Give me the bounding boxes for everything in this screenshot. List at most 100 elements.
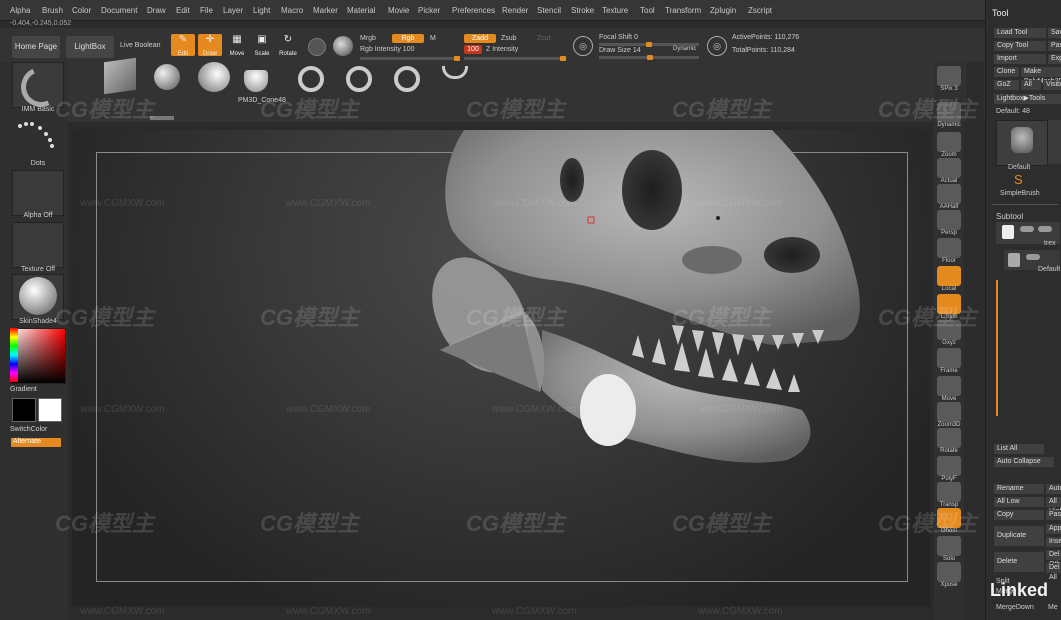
ring1-tool-icon[interactable] <box>298 66 324 92</box>
menu-item-transform[interactable]: Transform <box>665 6 701 15</box>
stroke-s-icon[interactable]: ◎ <box>573 36 593 56</box>
paste-tool-button[interactable]: Paste <box>1048 41 1061 51</box>
export-button[interactable]: Export <box>1048 54 1061 64</box>
cube-tool-icon[interactable] <box>104 57 136 95</box>
view-solo-button[interactable] <box>937 536 961 556</box>
view-transp-button[interactable] <box>937 482 961 502</box>
subtool-toggle-icon[interactable] <box>1020 226 1034 232</box>
live-boolean-button[interactable]: Live Boolean <box>120 42 160 49</box>
menu-item-edit[interactable]: Edit <box>176 6 190 15</box>
color-picker[interactable] <box>10 328 66 384</box>
z-intensity-track[interactable] <box>464 56 566 61</box>
primary-color-swatch[interactable] <box>12 398 36 422</box>
current-tool-thumb[interactable] <box>996 120 1048 166</box>
stroke-dots-icon[interactable] <box>16 120 56 156</box>
goz-visible-button[interactable]: Visible <box>1043 80 1061 90</box>
m-button[interactable]: M <box>430 35 436 42</box>
copy-subtool-button[interactable]: Copy <box>994 510 1044 520</box>
merge-down-button[interactable]: MergeDown <box>996 604 1034 611</box>
load-tool-button[interactable]: Load Tool <box>994 28 1046 38</box>
del-all-button[interactable]: Del All <box>1046 563 1061 581</box>
menu-item-preferences[interactable]: Preferences <box>452 6 495 15</box>
view-spix-3-button[interactable] <box>937 66 961 86</box>
paste-subtool-button[interactable]: Paste <box>1046 510 1061 520</box>
zsub-button[interactable]: Zsub <box>501 35 517 42</box>
menu-item-stencil[interactable]: Stencil <box>537 6 561 15</box>
zadd-button[interactable]: Zadd <box>464 34 496 43</box>
texture-thumb[interactable] <box>12 222 64 268</box>
menu-item-zplugin[interactable]: Zplugin <box>710 6 736 15</box>
default-toggle-icon[interactable] <box>1026 254 1040 260</box>
view-frame-button[interactable] <box>937 348 961 368</box>
subtool-title[interactable]: Subtool <box>996 212 1023 221</box>
dynamic-button[interactable]: Dynamic <box>673 46 696 52</box>
rename-button[interactable]: Rename <box>994 484 1044 494</box>
material-sphere-icon[interactable] <box>308 38 326 56</box>
menu-item-stroke[interactable]: Stroke <box>571 6 594 15</box>
lightbox-tools-button[interactable]: Lightbox▶Tools <box>994 94 1061 104</box>
menu-item-marker[interactable]: Marker <box>313 6 338 15</box>
tool-default-slider[interactable]: Default: 48 <box>996 108 1030 115</box>
subtool-scroll[interactable] <box>996 280 998 416</box>
menu-item-picker[interactable]: Picker <box>418 6 440 15</box>
z-intensity-value[interactable]: 100 <box>464 45 482 54</box>
append-button[interactable]: Append <box>1046 524 1061 534</box>
delete-button[interactable]: Delete <box>994 552 1044 572</box>
color-sphere-icon[interactable] <box>333 36 353 56</box>
menu-item-zscript[interactable]: Zscript <box>748 6 772 15</box>
import-button[interactable]: Import <box>994 54 1046 64</box>
sphere-tool-icon[interactable] <box>154 64 180 90</box>
focal-shift-slider[interactable]: Focal Shift 0 <box>599 34 638 41</box>
view-actual-button[interactable] <box>937 158 961 178</box>
secondary-color-swatch[interactable] <box>38 398 62 422</box>
alpha-thumb[interactable] <box>12 170 64 216</box>
copy-tool-button[interactable]: Copy Tool <box>994 41 1046 51</box>
zcut-button[interactable]: Zcut <box>537 35 551 42</box>
save-tool-button[interactable]: Save <box>1048 28 1061 38</box>
rgb-intensity-slider[interactable]: Rgb Intensity 100 <box>360 46 414 53</box>
move-button[interactable]: ▦ Move <box>225 34 249 57</box>
z-intensity-slider[interactable]: Z Intensity <box>486 46 518 53</box>
menu-item-movie[interactable]: Movie <box>388 6 409 15</box>
subtool-visibility-icon[interactable] <box>1038 226 1052 232</box>
view-persp-button[interactable] <box>937 210 961 230</box>
simple-brush-icon[interactable]: S <box>1014 172 1023 187</box>
switch-color-button[interactable]: SwitchColor <box>10 426 66 433</box>
ring2-tool-icon[interactable] <box>346 66 372 92</box>
menu-item-tool[interactable]: Tool <box>640 6 655 15</box>
tool-thumb-2[interactable] <box>1048 120 1061 164</box>
list-all-button[interactable]: List All <box>994 444 1044 454</box>
view-local-button[interactable] <box>937 266 961 286</box>
rgb-button[interactable]: Rgb <box>392 34 424 43</box>
menu-item-light[interactable]: Light <box>253 6 270 15</box>
make-polymesh-button[interactable]: Make PolyMesh3D <box>1021 67 1061 85</box>
view-floor-button[interactable] <box>937 238 961 258</box>
menu-item-material[interactable]: Material <box>347 6 375 15</box>
merge-similar-button[interactable]: Me <box>1048 604 1058 611</box>
arc-tool-icon[interactable] <box>442 66 468 79</box>
sphere3d-tool-icon[interactable] <box>198 62 230 92</box>
menu-item-draw[interactable]: Draw <box>147 6 166 15</box>
goz-button[interactable]: GoZ <box>994 80 1019 90</box>
edit-button[interactable]: ✎ Edit <box>171 34 195 57</box>
pm3d-cone-icon[interactable] <box>244 70 268 92</box>
menu-item-alpha[interactable]: Alpha <box>10 6 30 15</box>
view-aahalf-button[interactable] <box>937 184 961 204</box>
insert-button[interactable]: Insert <box>1046 537 1061 547</box>
view-rotate-button[interactable] <box>937 428 961 448</box>
menu-item-file[interactable]: File <box>200 6 213 15</box>
menu-item-layer[interactable]: Layer <box>223 6 243 15</box>
view-zoom-button[interactable] <box>937 132 961 152</box>
del-other-button[interactable]: Del Other <box>1046 550 1061 568</box>
auto-reorder-button[interactable]: Auto <box>1046 484 1061 494</box>
home-page-button[interactable]: Home Page <box>12 36 60 58</box>
draw-size-slider[interactable]: Draw Size 14 <box>599 47 641 54</box>
goz-all-button[interactable]: All <box>1021 80 1041 90</box>
menu-item-render[interactable]: Render <box>502 6 528 15</box>
scale-button[interactable]: ▣ Scale <box>250 34 274 57</box>
mrgb-button[interactable]: Mrgb <box>360 35 376 42</box>
menu-item-brush[interactable]: Brush <box>42 6 63 15</box>
view-xpose-button[interactable] <box>937 562 961 582</box>
alternate-button[interactable]: Alternate <box>11 438 61 447</box>
lightbox-button[interactable]: LightBox <box>66 36 114 58</box>
